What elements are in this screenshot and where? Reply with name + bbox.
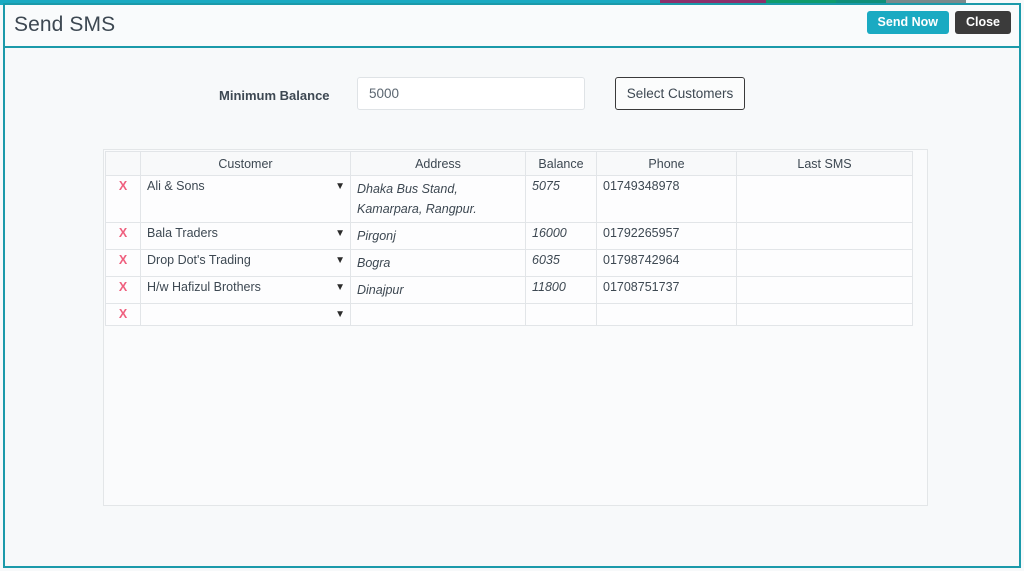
address-cell: Bogra — [350, 249, 526, 277]
phone-cell: 01798742964 — [596, 249, 737, 277]
chevron-down-icon[interactable]: ▼ — [335, 307, 345, 323]
close-button[interactable]: Close — [954, 11, 1011, 34]
column-header-phone: Phone — [596, 151, 737, 176]
phone-cell: 01708751737 — [596, 276, 737, 304]
address-cell: Dhaka Bus Stand, Kamarpara, Rangpur. — [350, 175, 526, 223]
row-delete-cell: X — [105, 303, 141, 326]
row-delete-cell: X — [105, 222, 141, 250]
table-row: X ▼ — [105, 303, 913, 326]
table-header-row: Customer Address Balance Phone Last SMS — [105, 151, 913, 176]
address-cell: Dinajpur — [350, 276, 526, 304]
chevron-down-icon[interactable]: ▼ — [335, 226, 345, 242]
delete-row-icon[interactable]: X — [119, 253, 127, 267]
customers-table-panel: Customer Address Balance Phone Last SMS … — [103, 149, 928, 506]
chevron-down-icon[interactable]: ▼ — [335, 280, 345, 296]
delete-row-icon[interactable]: X — [119, 179, 127, 193]
table-row: X Ali & Sons ▼ Dhaka Bus Stand, Kamarpara, … — [105, 175, 913, 223]
last-sms-cell — [736, 249, 913, 277]
customer-name: H/w Hafizul Brothers — [147, 280, 261, 294]
table-row: X Bala Traders ▼ Pirgonj 16000 01792265957 — [105, 222, 913, 250]
delete-row-icon[interactable]: X — [119, 280, 127, 294]
customer-name: Bala Traders — [147, 226, 218, 240]
customer-select-cell[interactable]: Ali & Sons ▼ — [140, 175, 351, 223]
column-header-customer: Customer — [140, 151, 351, 176]
address-cell: Pirgonj — [350, 222, 526, 250]
filter-bar: Minimum Balance Select Customers — [5, 77, 1019, 127]
address-cell — [350, 303, 526, 326]
title-bar-actions: Send Now Close — [866, 11, 1011, 34]
column-header-balance: Balance — [525, 151, 597, 176]
column-header-delete — [105, 151, 141, 176]
minimum-balance-label: Minimum Balance — [219, 88, 330, 103]
customer-name: Ali & Sons — [147, 179, 205, 193]
last-sms-cell — [736, 276, 913, 304]
select-customers-button[interactable]: Select Customers — [615, 77, 745, 110]
row-delete-cell: X — [105, 175, 141, 223]
last-sms-cell — [736, 303, 913, 326]
delete-row-icon[interactable]: X — [119, 307, 127, 321]
balance-cell: 16000 — [525, 222, 597, 250]
row-delete-cell: X — [105, 276, 141, 304]
table-row: X Drop Dot's Trading ▼ Bogra 6035 01798742964 — [105, 249, 913, 277]
chevron-down-icon[interactable]: ▼ — [335, 253, 345, 269]
last-sms-cell — [736, 222, 913, 250]
delete-row-icon[interactable]: X — [119, 226, 127, 240]
table-row: X H/w Hafizul Brothers ▼ Dinajpur 11800 01708… — [105, 276, 913, 304]
modal-title-bar: Send SMS Send Now Close — [5, 5, 1019, 48]
customer-select-cell[interactable]: H/w Hafizul Brothers ▼ — [140, 276, 351, 304]
row-delete-cell: X — [105, 249, 141, 277]
table-header: Customer Address Balance Phone Last SMS — [105, 151, 913, 176]
balance-cell: 11800 — [525, 276, 597, 304]
balance-cell: 6035 — [525, 249, 597, 277]
last-sms-cell — [736, 175, 913, 223]
chevron-down-icon[interactable]: ▼ — [335, 179, 345, 195]
phone-cell — [596, 303, 737, 326]
column-header-last-sms: Last SMS — [736, 151, 913, 176]
customer-select-cell[interactable]: Drop Dot's Trading ▼ — [140, 249, 351, 277]
send-sms-modal: Send SMS Send Now Close Minimum Balance … — [3, 3, 1021, 568]
balance-cell — [525, 303, 597, 326]
table-body: X Ali & Sons ▼ Dhaka Bus Stand, Kamarpara, … — [105, 175, 913, 326]
phone-cell: 01749348978 — [596, 175, 737, 223]
customers-table: Customer Address Balance Phone Last SMS … — [105, 151, 913, 326]
balance-cell: 5075 — [525, 175, 597, 223]
customer-select-cell[interactable]: ▼ — [140, 303, 351, 326]
customer-select-cell[interactable]: Bala Traders ▼ — [140, 222, 351, 250]
phone-cell: 01792265957 — [596, 222, 737, 250]
minimum-balance-input[interactable] — [357, 77, 585, 110]
column-header-address: Address — [350, 151, 526, 176]
page-title: Send SMS — [14, 13, 116, 36]
customer-name: Drop Dot's Trading — [147, 253, 251, 267]
send-now-button[interactable]: Send Now — [866, 11, 949, 34]
